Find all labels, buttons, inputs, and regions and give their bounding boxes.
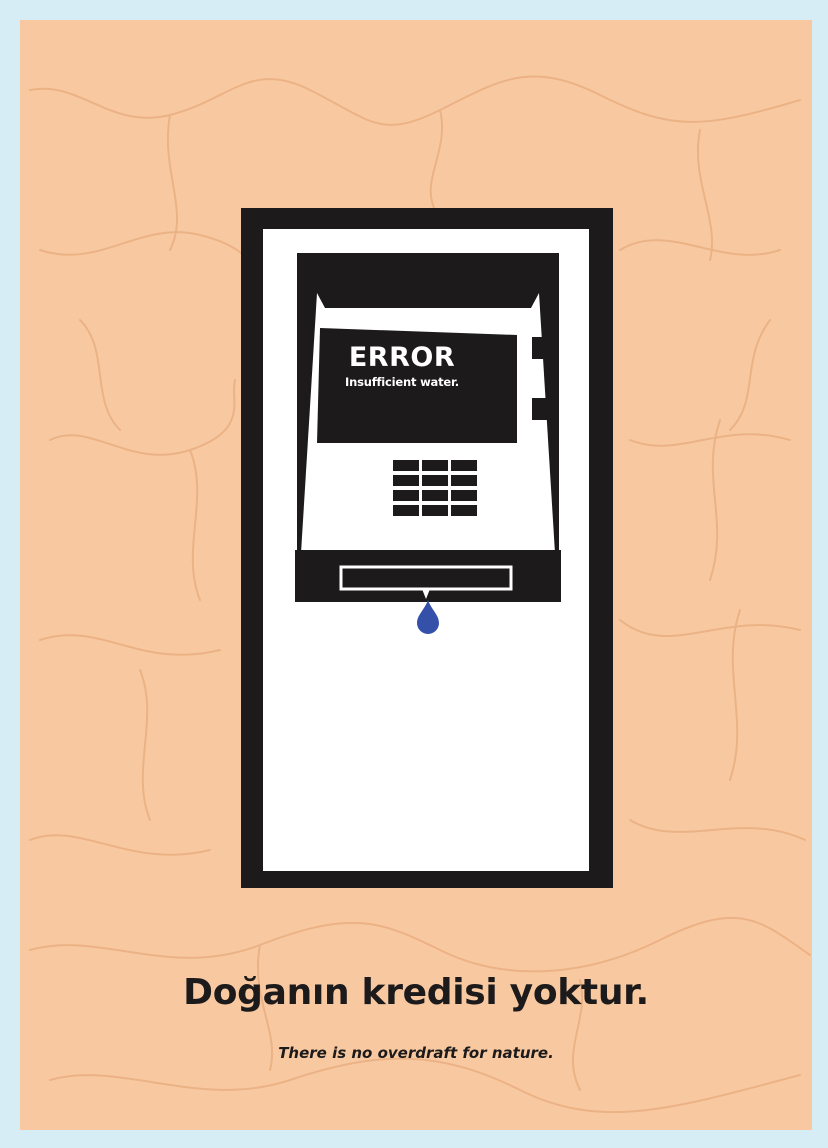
- atm-top-panel: [297, 253, 559, 293]
- tagline: There is no overdraft for nature.: [278, 1044, 554, 1062]
- atm-side-button-1: [532, 337, 552, 359]
- atm-cash-slot: [339, 565, 513, 591]
- atm-screen-text: ERROR Insufficient water.: [322, 342, 482, 390]
- atm-screen-message: Insufficient water.: [345, 375, 459, 389]
- atm-icon: [295, 253, 561, 602]
- water-drop-icon: [417, 600, 439, 634]
- atm-side-button-2: [532, 398, 552, 420]
- headline: Doğanın kredisi yoktur.: [183, 972, 649, 1013]
- poster: ERROR Insufficient water. Doğanın kredis…: [20, 20, 812, 1130]
- atm-right-side: [539, 293, 559, 553]
- atm-left-side: [297, 293, 317, 553]
- atm-screen-title: ERROR: [348, 342, 456, 373]
- atm-bevel: [317, 293, 539, 308]
- keypad-icon: [393, 460, 477, 516]
